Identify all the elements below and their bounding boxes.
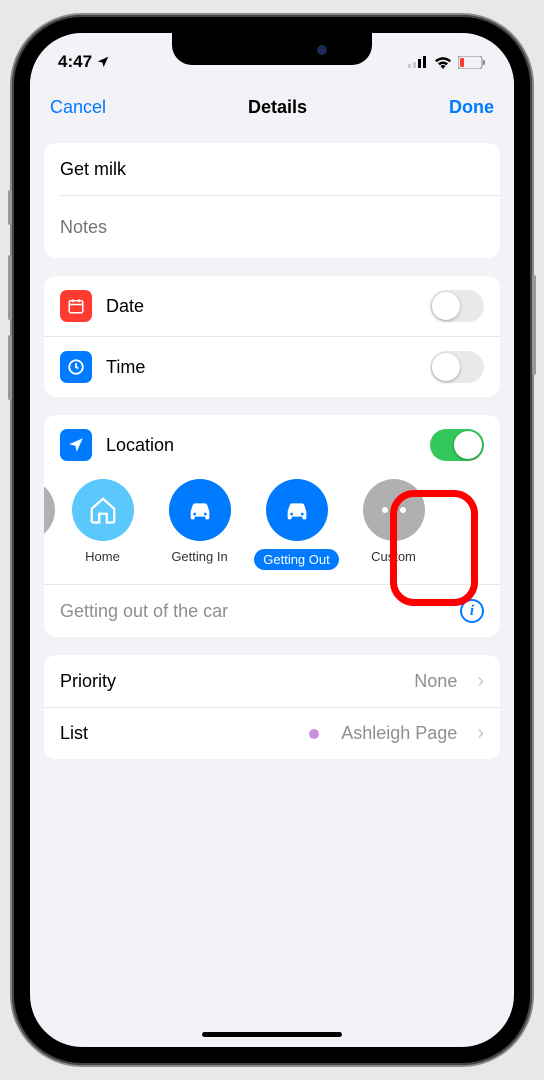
mute-switch	[8, 190, 12, 225]
location-option-label: Custom	[371, 549, 416, 564]
notch	[172, 33, 372, 65]
list-label: List	[60, 723, 295, 744]
title-notes-card	[44, 143, 500, 258]
car-icon	[169, 479, 231, 541]
location-detail-text: Getting out of the car	[60, 601, 228, 622]
location-row[interactable]: Location	[44, 415, 500, 475]
ellipsis-icon	[363, 479, 425, 541]
done-button[interactable]: Done	[449, 97, 494, 118]
volume-down-button	[8, 335, 12, 400]
power-button	[532, 275, 536, 375]
location-toggle[interactable]	[430, 429, 484, 461]
page-title: Details	[248, 97, 307, 118]
location-card: Location ent Home	[44, 415, 500, 637]
location-option-getting-out[interactable]: Getting Out	[248, 479, 345, 570]
reminder-notes-input[interactable]	[60, 217, 484, 238]
phone-frame: 4:47 Cancel Details Done	[12, 15, 532, 1065]
location-option-home[interactable]: Home	[54, 479, 151, 570]
list-value: Ashleigh Page	[341, 723, 457, 744]
time-label: Time	[106, 357, 416, 378]
calendar-icon	[60, 290, 92, 322]
chevron-right-icon: ›	[477, 722, 484, 745]
priority-row[interactable]: Priority None ›	[44, 655, 500, 707]
location-services-icon	[96, 55, 110, 69]
list-row[interactable]: List Ashleigh Page ›	[44, 707, 500, 759]
location-option-label: Home	[85, 549, 120, 564]
priority-label: Priority	[60, 671, 400, 692]
reminder-title-input[interactable]	[60, 159, 484, 180]
home-indicator[interactable]	[202, 1032, 342, 1037]
location-option-current[interactable]: ent	[44, 479, 54, 570]
location-options-scroller[interactable]: ent Home Getting In	[44, 475, 500, 584]
date-row[interactable]: Date	[44, 276, 500, 336]
date-label: Date	[106, 296, 416, 317]
location-option-getting-in[interactable]: Getting In	[151, 479, 248, 570]
location-detail-row[interactable]: Getting out of the car i	[44, 584, 500, 637]
battery-low-icon	[458, 56, 486, 69]
car-icon	[266, 479, 328, 541]
volume-up-button	[8, 255, 12, 320]
location-option-custom[interactable]: Custom	[345, 479, 442, 570]
home-icon	[72, 479, 134, 541]
nav-bar: Cancel Details Done	[30, 81, 514, 133]
chevron-right-icon: ›	[477, 670, 484, 693]
cellular-signal-icon	[408, 56, 428, 68]
location-arrow-icon	[60, 429, 92, 461]
clock-icon	[60, 351, 92, 383]
info-icon[interactable]: i	[460, 599, 484, 623]
cancel-button[interactable]: Cancel	[50, 97, 106, 118]
list-color-dot	[309, 729, 319, 739]
location-label: Location	[106, 435, 416, 456]
priority-value: None	[414, 671, 457, 692]
date-time-card: Date Time	[44, 276, 500, 397]
status-time: 4:47	[58, 52, 92, 72]
location-option-label-selected: Getting Out	[254, 549, 338, 570]
time-row[interactable]: Time	[44, 336, 500, 397]
date-toggle[interactable]	[430, 290, 484, 322]
priority-list-card: Priority None › List Ashleigh Page ›	[44, 655, 500, 759]
wifi-icon	[434, 56, 452, 69]
time-toggle[interactable]	[430, 351, 484, 383]
location-option-label: Getting In	[171, 549, 227, 564]
